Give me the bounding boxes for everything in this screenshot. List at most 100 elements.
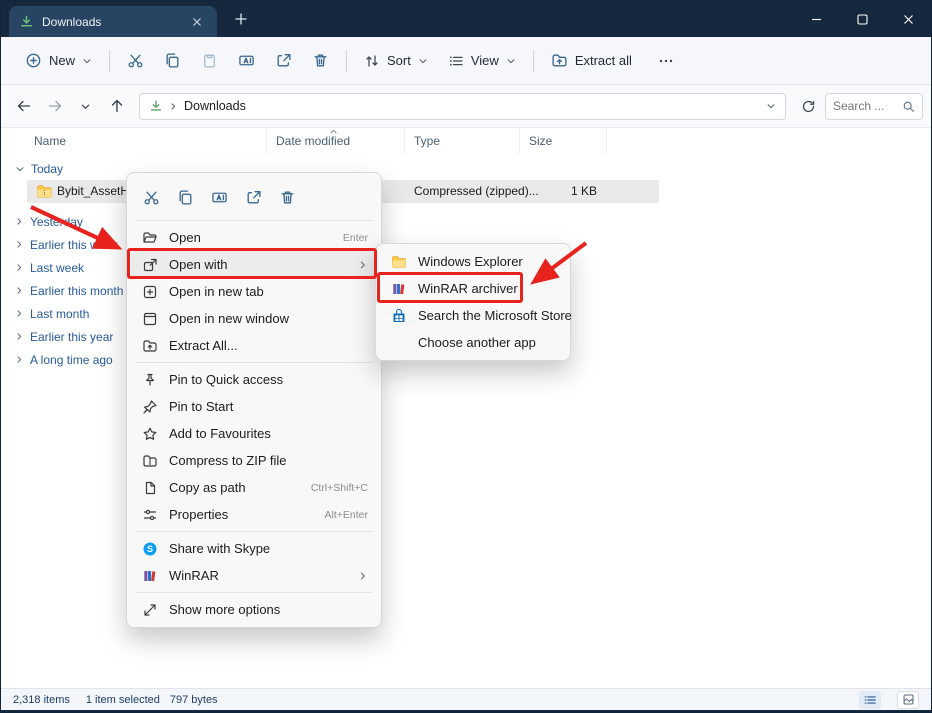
menu-item-show-more-options[interactable]: Show more options: [131, 596, 377, 623]
chevron-down-icon: [82, 56, 92, 66]
menu-item-open-with[interactable]: Open with: [131, 251, 377, 278]
delete-button[interactable]: [302, 44, 339, 78]
items-count: 2,318 items: [13, 694, 70, 706]
group-header-a-long-time-ago[interactable]: A long time ago: [15, 348, 123, 371]
search-box[interactable]: [825, 93, 923, 120]
winrar-icon: [391, 281, 407, 297]
chevron-down-icon: [418, 56, 428, 66]
column-header-type[interactable]: Type: [405, 128, 520, 154]
tab-downloads[interactable]: Downloads: [9, 6, 217, 37]
maximize-button[interactable]: [839, 1, 885, 37]
new-tab-icon: [142, 284, 158, 300]
show-more-icon: [142, 602, 158, 618]
menu-item-share-with-skype[interactable]: S Share with Skype: [131, 535, 377, 562]
column-header-size[interactable]: Size: [520, 128, 607, 154]
group-header-earlier-this-week[interactable]: Earlier this week: [15, 233, 123, 256]
submenu-item-winrar-archiver[interactable]: WinRAR archiver: [380, 275, 566, 302]
rename-button[interactable]: [228, 44, 265, 78]
column-header-date-modified[interactable]: Date modified: [267, 128, 405, 154]
breadcrumb[interactable]: Downloads: [184, 99, 246, 113]
menu-item-pin-to-quick-access[interactable]: Pin to Quick access: [131, 366, 377, 393]
new-button[interactable]: New: [15, 44, 102, 78]
address-bar[interactable]: Downloads: [139, 93, 786, 120]
extract-all-button[interactable]: Extract all: [541, 44, 642, 78]
chevron-right-icon: [15, 332, 24, 341]
extract-all-icon: [551, 52, 568, 69]
star-icon: [142, 426, 158, 442]
folder-icon: [391, 254, 407, 270]
submenu-item-windows-explorer[interactable]: Windows Explorer: [380, 248, 566, 275]
new-tab-button[interactable]: [231, 9, 251, 29]
open-with-icon: [142, 257, 158, 273]
menu-item-properties[interactable]: Properties Alt+Enter: [131, 501, 377, 528]
delete-button[interactable]: [272, 182, 303, 212]
share-button[interactable]: [238, 182, 269, 212]
plus-circle-icon: [25, 52, 42, 69]
search-input[interactable]: [833, 99, 898, 113]
submenu-item-choose-another-app[interactable]: Choose another app: [380, 329, 566, 356]
large-icons-view-button[interactable]: [897, 691, 919, 709]
menu-item-winrar[interactable]: WinRAR: [131, 562, 377, 589]
zip-file-icon: [36, 183, 53, 200]
group-header-yesterday[interactable]: Yesterday: [15, 210, 123, 233]
share-button[interactable]: [265, 44, 302, 78]
details-view-button[interactable]: [859, 691, 881, 709]
group-header-earlier-this-month[interactable]: Earlier this month: [15, 279, 123, 302]
submenu-chevron-icon: [358, 260, 368, 270]
winrar-icon: [142, 568, 158, 584]
status-bar: 2,318 items 1 item selected 797 bytes: [1, 688, 931, 712]
cut-button[interactable]: [136, 182, 167, 212]
chevron-right-icon: [15, 240, 24, 249]
downloads-icon: [149, 99, 163, 113]
tab-title: Downloads: [42, 15, 179, 29]
toolbar-separator: [346, 50, 347, 72]
menu-item-copy-as-path[interactable]: Copy as path Ctrl+Shift+C: [131, 474, 377, 501]
forward-button[interactable]: [40, 92, 69, 121]
toolbar-separator: [533, 50, 534, 72]
minimize-button[interactable]: [793, 1, 839, 37]
group-label: Today: [31, 162, 63, 176]
menu-item-compress-to-zip[interactable]: Compress to ZIP file: [131, 447, 377, 474]
close-button[interactable]: [885, 1, 931, 37]
group-header-today[interactable]: Today: [15, 159, 63, 179]
sort-button[interactable]: Sort: [354, 44, 438, 78]
address-dropdown-chevron[interactable]: [766, 101, 776, 111]
group-header-last-month[interactable]: Last month: [15, 302, 123, 325]
menu-item-open-in-new-tab[interactable]: Open in new tab: [131, 278, 377, 305]
paste-button[interactable]: [191, 44, 228, 78]
sort-button-label: Sort: [387, 53, 411, 68]
cut-button[interactable]: [117, 44, 154, 78]
submenu-item-search-microsoft-store[interactable]: Search the Microsoft Store: [380, 302, 566, 329]
menu-item-open[interactable]: Open Enter: [131, 224, 377, 251]
recent-locations-chevron[interactable]: [71, 92, 100, 121]
rename-button[interactable]: [204, 182, 235, 212]
sort-icon: [364, 53, 380, 69]
copy-button[interactable]: [154, 44, 191, 78]
group-header-earlier-this-year[interactable]: Earlier this year: [15, 325, 123, 348]
tab-close-icon[interactable]: [187, 12, 207, 32]
shortcut-label: Enter: [343, 232, 368, 244]
menu-item-extract-all[interactable]: Extract All...: [131, 332, 377, 359]
column-header-name[interactable]: Name: [25, 128, 267, 154]
view-list-icon: [448, 53, 464, 69]
menu-separator: [136, 531, 372, 532]
menu-item-pin-to-start[interactable]: Pin to Start: [131, 393, 377, 420]
new-button-label: New: [49, 53, 75, 68]
view-button[interactable]: View: [438, 44, 526, 78]
up-button[interactable]: [102, 92, 131, 121]
menu-separator: [136, 362, 372, 363]
copy-button[interactable]: [170, 182, 201, 212]
group-header-last-week[interactable]: Last week: [15, 256, 123, 279]
pin-icon: [142, 372, 158, 388]
skype-icon: S: [142, 541, 158, 557]
menu-item-open-in-new-window[interactable]: Open in new window: [131, 305, 377, 332]
chevron-down-icon: [15, 164, 25, 174]
selection-size: 797 bytes: [170, 694, 218, 706]
refresh-button[interactable]: [794, 92, 823, 121]
more-options-button[interactable]: [648, 44, 685, 78]
back-button[interactable]: [9, 92, 38, 121]
view-button-label: View: [471, 53, 499, 68]
pin-icon: [142, 399, 158, 415]
menu-item-add-to-favourites[interactable]: Add to Favourites: [131, 420, 377, 447]
extract-all-label: Extract all: [575, 53, 632, 68]
